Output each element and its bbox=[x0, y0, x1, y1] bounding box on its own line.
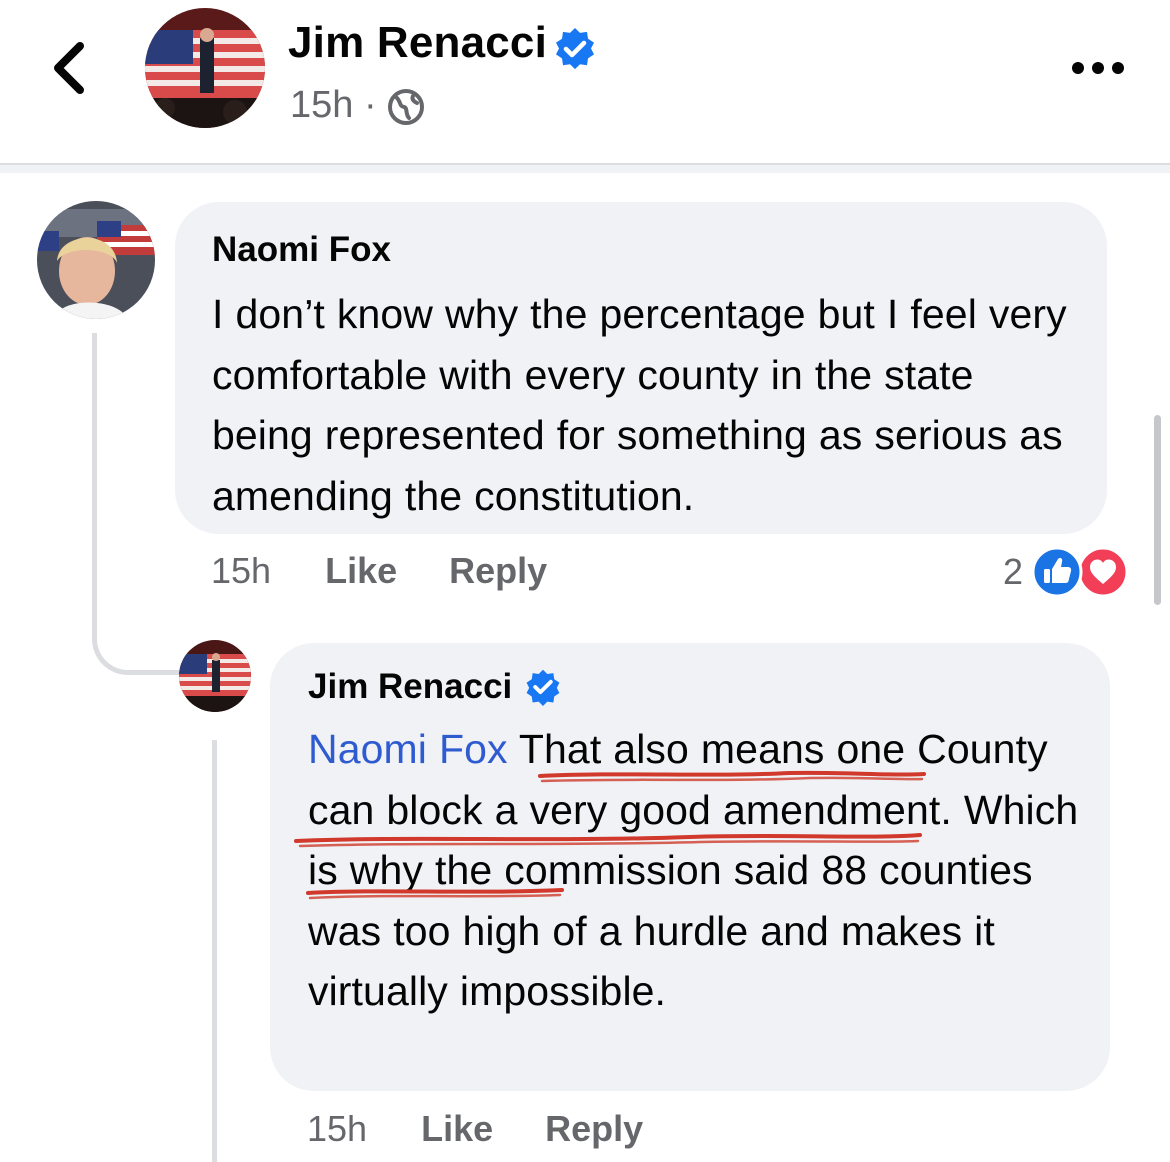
comment-author[interactable]: Jim Renacci bbox=[308, 665, 1080, 709]
scrollbar[interactable] bbox=[1154, 415, 1161, 605]
meta-separator: · bbox=[363, 84, 377, 126]
comment-text: Naomi Fox That also means one County can… bbox=[308, 719, 1080, 1022]
author-name[interactable]: Jim Renacci bbox=[288, 18, 547, 68]
reply-button[interactable]: Reply bbox=[449, 550, 547, 592]
commenter-avatar[interactable] bbox=[37, 201, 155, 319]
comment-author-name[interactable]: Jim Renacci bbox=[308, 665, 512, 709]
reaction-summary[interactable]: 2 bbox=[1003, 546, 1129, 598]
globe-icon bbox=[388, 89, 424, 125]
love-reaction-icon bbox=[1077, 546, 1129, 598]
author-avatar[interactable] bbox=[145, 8, 265, 128]
comment-time[interactable]: 15h bbox=[307, 1108, 367, 1150]
chevron-left-icon bbox=[54, 42, 84, 94]
avatar-image bbox=[37, 201, 155, 319]
comment-bubble: Naomi Fox I don’t know why the percentag… bbox=[175, 202, 1107, 534]
avatar-image bbox=[145, 8, 265, 128]
like-reaction-icon bbox=[1031, 546, 1083, 598]
like-button[interactable]: Like bbox=[421, 1108, 493, 1150]
header-separator bbox=[0, 165, 1170, 173]
back-button[interactable] bbox=[44, 38, 94, 98]
post-time[interactable]: 15h bbox=[290, 84, 353, 126]
reply-bubble: Jim Renacci Naomi Fox That also means on… bbox=[270, 643, 1110, 1091]
more-options-button[interactable] bbox=[1068, 56, 1128, 80]
comment-text: I don’t know why the percentage but I fe… bbox=[212, 291, 1067, 519]
reply-thread-connector bbox=[92, 333, 182, 675]
comment-actions: 15h Like Reply bbox=[307, 1108, 643, 1150]
reaction-icons bbox=[1031, 546, 1129, 598]
commenter-avatar[interactable] bbox=[179, 640, 251, 712]
avatar-image bbox=[179, 640, 251, 712]
comment-time[interactable]: 15h bbox=[211, 550, 271, 592]
mention-link[interactable]: Naomi Fox bbox=[308, 726, 508, 772]
verified-badge-icon bbox=[526, 669, 560, 706]
reply-thread-line bbox=[212, 740, 217, 1162]
comment-actions: 15h Like Reply bbox=[211, 550, 547, 592]
comment-author-name[interactable]: Naomi Fox bbox=[212, 228, 391, 272]
reply-button[interactable]: Reply bbox=[545, 1108, 643, 1150]
comment-author[interactable]: Naomi Fox bbox=[212, 228, 1071, 272]
reaction-count: 2 bbox=[1003, 551, 1024, 592]
like-button[interactable]: Like bbox=[325, 550, 397, 592]
post-meta: 15h · bbox=[290, 84, 377, 127]
verified-badge-icon bbox=[556, 27, 594, 70]
post-header: Jim Renacci 15h · bbox=[0, 0, 1170, 165]
